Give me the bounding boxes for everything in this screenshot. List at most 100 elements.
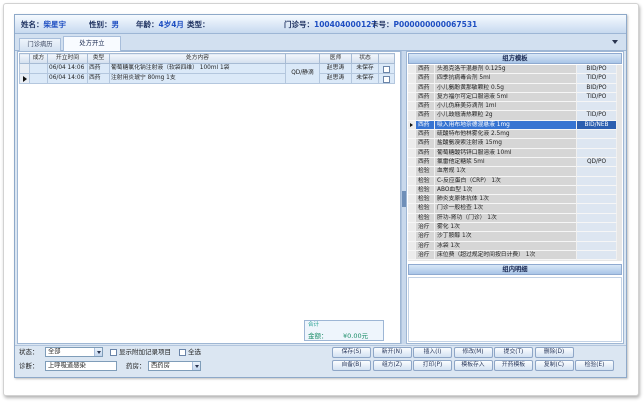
row-indicator[interactable] — [19, 73, 30, 84]
row-selector[interactable] — [408, 157, 416, 168]
cell-content[interactable]: 葡萄糖氯化钠注射液（软袋四维） 100ml 1袋 — [109, 63, 286, 74]
row-selector[interactable] — [408, 111, 416, 121]
action-button[interactable]: 组方(Z) — [372, 360, 412, 371]
action-button[interactable]: 打印(P) — [413, 360, 452, 371]
chevron-down-icon[interactable] — [94, 348, 102, 356]
list-item[interactable]: 检验 门诊一般检查 1次 — [408, 204, 622, 214]
cell-content[interactable]: 注射用炎琥宁 80mg 1支 — [109, 73, 286, 84]
list-item[interactable]: 西药 小儿豉翘清热颗粒 2g TID/PO — [408, 111, 622, 121]
row-indicator[interactable] — [19, 63, 30, 74]
chevron-down-icon[interactable] — [612, 40, 618, 44]
action-button[interactable]: 自备(B) — [332, 360, 371, 371]
list-item[interactable]: 西药 硫酸特布他林雾化液 2.5mg — [408, 130, 622, 140]
list-item[interactable]: 西药 小儿氨酚黄那敏颗粒 0.5g BID/PO — [408, 83, 622, 93]
card-number: P000000000067531 — [393, 20, 478, 29]
cell-set[interactable] — [29, 63, 48, 74]
list-item[interactable]: 检验 C-反应蛋白（CRP） 1次 — [408, 176, 622, 186]
cell-set[interactable] — [29, 73, 48, 84]
col-status-header[interactable]: 状态 — [351, 53, 379, 64]
row-selector[interactable] — [408, 185, 416, 196]
list-item[interactable]: 西药 四季抗病毒合剂 5ml TID/PO — [408, 74, 622, 84]
action-button[interactable]: 开药模板 — [494, 360, 533, 371]
row-selector[interactable] — [408, 130, 416, 140]
row-checkbox[interactable] — [383, 65, 390, 73]
action-button[interactable]: 检验(E) — [575, 360, 614, 371]
chevron-down-icon[interactable] — [192, 362, 200, 370]
list-item[interactable]: 西药 复方福尔可定口服溶液 5ml TID/PO — [408, 92, 622, 103]
list-item[interactable]: 治疗 床位费（超过规定时间按日计费） 1次 — [408, 250, 622, 261]
action-button[interactable]: 模板存入 — [453, 360, 493, 371]
group-detail-list[interactable] — [408, 277, 622, 342]
row-selector[interactable] — [408, 83, 416, 93]
item-type: 治疗 — [416, 250, 435, 261]
row-selector[interactable] — [408, 176, 416, 186]
row-selector[interactable] — [408, 250, 416, 261]
col-time-header[interactable]: 开立时间 — [47, 53, 88, 64]
col-content-header[interactable]: 处方内容 — [109, 53, 286, 64]
row-selector[interactable] — [408, 92, 416, 103]
action-button[interactable]: 复制(C) — [534, 360, 574, 371]
list-item[interactable]: 治疗 沙丁胺醇 1次 — [408, 232, 622, 242]
list-item[interactable]: 西药 葡萄糖酸钙锌口服溶液 10ml — [408, 148, 622, 158]
status-filter-select[interactable]: 全部 — [45, 347, 103, 357]
table-row[interactable]: 06/04 14:06 西药 注射用炎琥宁 80mg 1支 赵思涛 未保存 — [19, 73, 395, 84]
col-type-header[interactable]: 类型 — [87, 53, 110, 64]
list-item[interactable]: 检验 ABO血型 1次 — [408, 185, 622, 196]
tab-outpatient-record[interactable]: 门诊病历 — [19, 38, 61, 51]
row-selector[interactable] — [408, 223, 416, 233]
row-selector[interactable] — [408, 167, 416, 177]
cell-time[interactable]: 06/04 14:06 — [47, 73, 88, 84]
select-all-label[interactable]: 全选 — [188, 348, 201, 357]
cell-status[interactable]: 未保存 — [351, 73, 379, 84]
cell-type[interactable]: 西药 — [87, 73, 110, 84]
list-item[interactable]: 西药 吸入用布地奈德混悬液 1mg BID/NEB — [408, 120, 622, 131]
cell-status[interactable]: 未保存 — [351, 63, 379, 74]
cell-check[interactable] — [378, 63, 395, 74]
select-all-checkbox[interactable] — [179, 349, 186, 356]
col-doctor-header[interactable]: 医师 — [319, 53, 352, 64]
row-selector[interactable] — [408, 213, 416, 224]
show-extra-checkbox[interactable] — [110, 349, 117, 356]
action-button[interactable]: 插入(I) — [413, 347, 452, 358]
row-checkbox[interactable] — [383, 75, 390, 83]
list-item[interactable]: 检验 肝功-肾功（门诊） 1次 — [408, 213, 622, 224]
col-check-header[interactable] — [378, 53, 395, 64]
cell-usage[interactable]: QD/静滴 — [285, 63, 320, 84]
action-button[interactable]: 保存(S) — [332, 347, 371, 358]
table-row[interactable]: 06/04 14:06 西药 葡萄糖氯化钠注射液（软袋四维） 100ml 1袋 … — [19, 63, 395, 84]
row-selector[interactable] — [408, 195, 416, 205]
list-item[interactable]: 治疗 冰袋 1次 — [408, 241, 622, 251]
pharmacy-select[interactable]: 西药房 — [148, 361, 201, 371]
action-button[interactable]: 提交(T) — [494, 347, 533, 358]
show-extra-label[interactable]: 显示附加记录项目 — [119, 348, 171, 357]
list-item[interactable]: 西药 盐酸氨溴索注射液 15mg — [408, 139, 622, 149]
col-usage-header[interactable] — [285, 53, 320, 64]
list-item[interactable]: 西药 头孢克洛干混悬剂 0.125g BID/PO — [408, 65, 622, 75]
cell-check[interactable] — [378, 73, 395, 84]
status-filter-label: 状态： — [19, 348, 39, 356]
row-selector[interactable] — [408, 74, 416, 84]
cell-time[interactable]: 06/04 14:06 — [47, 63, 88, 74]
row-selector[interactable] — [408, 139, 416, 149]
list-item[interactable]: 检验 肺炎支原体抗体 1次 — [408, 195, 622, 205]
cell-type[interactable]: 西药 — [87, 63, 110, 74]
cell-doctor[interactable]: 赵思涛 — [319, 73, 352, 84]
row-selector[interactable] — [408, 204, 416, 214]
row-selector[interactable] — [408, 120, 416, 131]
action-button[interactable]: 新开(N) — [372, 347, 412, 358]
action-button[interactable]: 修改(M) — [453, 347, 493, 358]
tab-prescription[interactable]: 处方开立 — [63, 36, 121, 51]
row-selector[interactable] — [408, 65, 416, 75]
cell-doctor[interactable]: 赵思涛 — [319, 63, 352, 74]
action-button[interactable]: 删除(D) — [534, 347, 574, 358]
row-selector[interactable] — [408, 241, 416, 251]
row-selector[interactable] — [408, 232, 416, 242]
list-item[interactable]: 检验 血常规 1次 — [408, 167, 622, 177]
list-item[interactable]: 西药 小儿伪麻美芬滴剂 1ml — [408, 102, 622, 112]
list-item[interactable]: 治疗 雾化 1次 — [408, 223, 622, 233]
diagnosis-input[interactable]: 上呼吸道感染 — [45, 361, 117, 371]
row-selector[interactable] — [408, 102, 416, 112]
row-selector[interactable] — [408, 148, 416, 158]
col-set-header[interactable]: 成方 — [29, 53, 48, 64]
list-item[interactable]: 西药 氯雷他定糖浆 5ml QD/PO — [408, 157, 622, 168]
